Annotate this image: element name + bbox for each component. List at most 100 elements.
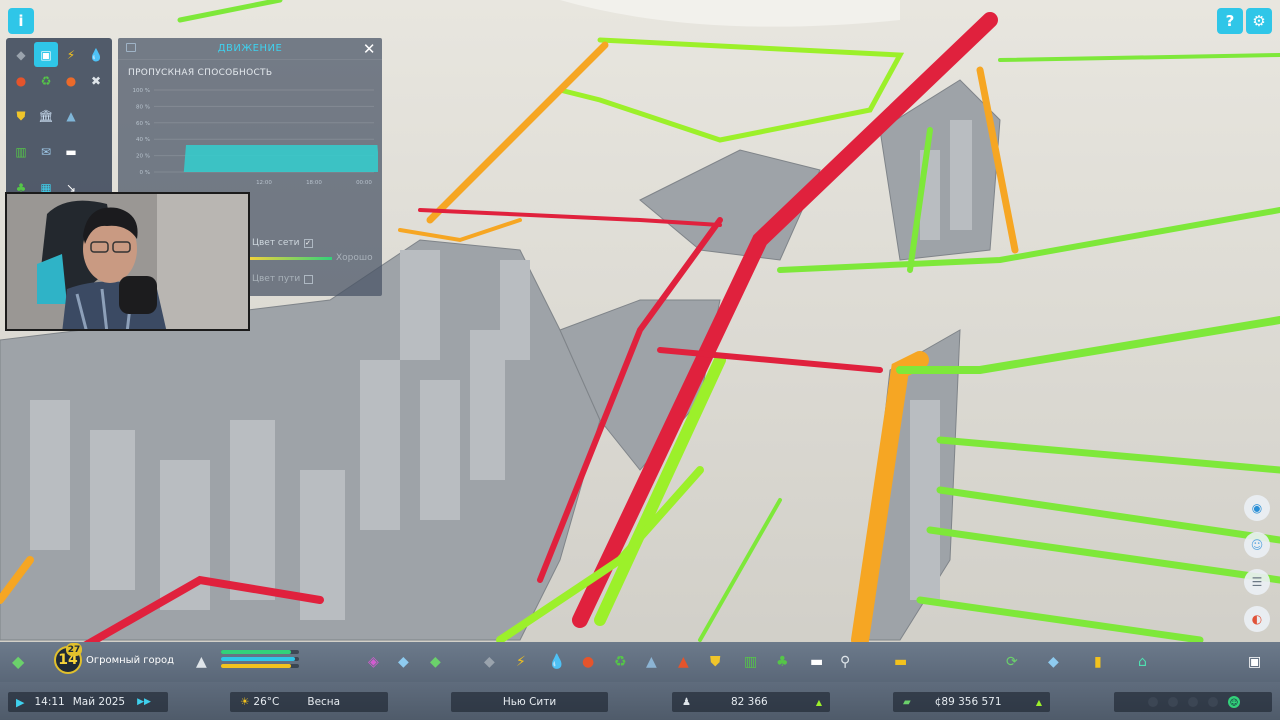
speed-icon[interactable]: ▶▶ bbox=[137, 697, 151, 707]
person-icon[interactable]: ☺ bbox=[1244, 532, 1270, 558]
blank-icon bbox=[84, 94, 108, 119]
x-tick-label: 12:00 bbox=[256, 180, 272, 186]
road-icon[interactable]: ◆ bbox=[9, 42, 33, 67]
electricity-icon[interactable]: ⚡ bbox=[59, 42, 83, 67]
traffic-icon[interactable]: ▣ bbox=[34, 42, 58, 67]
graduation-icon[interactable]: ▲ bbox=[59, 104, 83, 129]
city-level-sub-badge: 27 bbox=[66, 643, 82, 656]
weather-info: ☀ 26°C Весна bbox=[230, 692, 388, 712]
info-button[interactable]: i bbox=[8, 8, 34, 34]
area-icon[interactable]: ◆ bbox=[398, 653, 409, 671]
industry-tool-icon[interactable]: ▬ bbox=[894, 653, 907, 671]
city-name-field[interactable]: Нью Сити bbox=[451, 692, 608, 712]
money-info[interactable]: ▰ ¢89 356 571 ▲ bbox=[893, 692, 1050, 712]
shovel-tool-icon[interactable]: ⚲ bbox=[840, 653, 850, 671]
city-name: Нью Сити bbox=[502, 696, 557, 708]
police-icon[interactable]: ⛊ bbox=[9, 104, 33, 129]
camera-tool-icon[interactable]: ▣ bbox=[1248, 653, 1261, 671]
recycle-icon[interactable]: ♻ bbox=[34, 68, 58, 93]
legend-network-color[interactable]: Цвет сети ✓ bbox=[252, 238, 313, 248]
season: Весна bbox=[307, 696, 341, 708]
money: ¢89 356 571 bbox=[934, 696, 1002, 708]
water-tool-icon[interactable]: 💧 bbox=[548, 653, 565, 671]
health-icon[interactable]: ● bbox=[59, 68, 83, 93]
notification-dot[interactable] bbox=[1208, 697, 1218, 707]
legend-path-color[interactable]: Цвет пути bbox=[252, 274, 314, 284]
radio-icon[interactable]: ◐ bbox=[1244, 606, 1270, 632]
y-tick-label: 80 % bbox=[136, 104, 150, 110]
happiness-icon[interactable]: ☺ bbox=[1228, 696, 1240, 708]
checkbox-network-color[interactable]: ✓ bbox=[303, 238, 313, 248]
police-tool-icon[interactable]: ▲ bbox=[678, 653, 689, 671]
city-building-icon[interactable]: ▲ bbox=[196, 653, 207, 671]
streamer-camera-image bbox=[7, 194, 248, 329]
demand-bar-track bbox=[221, 650, 299, 654]
x-tick-label: 18:00 bbox=[306, 180, 322, 186]
y-tick-label: 40 % bbox=[136, 137, 150, 143]
demand-bar-fill bbox=[221, 664, 292, 668]
education-tool-icon[interactable]: ▲ bbox=[646, 653, 657, 671]
traffic-panel-title: ДВИЖЕНИЕ bbox=[217, 43, 283, 54]
population-info[interactable]: ♟ 82 366 ▲ bbox=[672, 692, 830, 712]
demand-bar-track bbox=[221, 657, 299, 661]
play-icon[interactable]: ▶ bbox=[16, 696, 24, 709]
sun-icon: ☀ bbox=[240, 696, 250, 708]
close-icon[interactable]: ✕ bbox=[363, 40, 376, 58]
water-icon[interactable]: 💧 bbox=[84, 42, 108, 67]
notification-dot[interactable] bbox=[1148, 697, 1158, 707]
shield-tool-icon[interactable]: ⛊ bbox=[710, 653, 721, 671]
mail-icon[interactable]: ✉ bbox=[34, 140, 58, 165]
chat-tool-icon[interactable]: ▬ bbox=[810, 653, 823, 671]
tools-icon[interactable]: ✖ bbox=[84, 68, 108, 93]
blank-icon bbox=[84, 166, 108, 191]
notes-icon[interactable]: ☰ bbox=[1244, 569, 1270, 595]
fire-icon[interactable]: ● bbox=[9, 68, 33, 93]
gear-icon: ⚙ bbox=[1252, 12, 1266, 30]
y-tick-label: 0 % bbox=[140, 170, 150, 176]
fire-tool-icon[interactable]: ● bbox=[582, 653, 594, 671]
clock-time: 14:11 bbox=[34, 696, 65, 708]
compass-icon[interactable]: ◉ bbox=[1244, 495, 1270, 521]
help-button[interactable]: ? bbox=[1217, 8, 1243, 34]
demand-bar-track bbox=[221, 664, 299, 668]
education-icon[interactable]: 🏛 bbox=[34, 104, 58, 129]
notification-dot[interactable] bbox=[1168, 697, 1178, 707]
city-size-label: Огромный город bbox=[86, 655, 174, 666]
capacity-area bbox=[164, 144, 378, 172]
electricity-tool-icon[interactable]: ⚡ bbox=[516, 653, 526, 671]
transport-icon[interactable]: ▥ bbox=[9, 140, 33, 165]
zoning-icon[interactable]: ◈ bbox=[368, 653, 379, 671]
transport-tool-icon[interactable]: ▥ bbox=[744, 653, 757, 671]
webcam-overlay bbox=[5, 192, 250, 331]
x-tick-label: 00:00 bbox=[356, 180, 372, 186]
road-tool-icon[interactable]: ◆ bbox=[484, 653, 495, 671]
help-icon: ? bbox=[1225, 12, 1235, 30]
blank-icon bbox=[84, 130, 108, 155]
city-level-sup-value: 27 bbox=[67, 644, 81, 655]
trend-up-icon: ▲ bbox=[1035, 697, 1042, 707]
person-icon: ♟ bbox=[682, 696, 691, 708]
y-tick-label: 60 % bbox=[136, 121, 150, 127]
home-tool-icon[interactable]: ⌂ bbox=[1138, 653, 1147, 671]
legend-label: Цвет пути bbox=[252, 274, 301, 284]
stats-tool-icon[interactable]: ▮ bbox=[1094, 653, 1102, 671]
recycle-tool-icon[interactable]: ♻ bbox=[614, 653, 627, 671]
trend-up-icon: ▲ bbox=[815, 697, 822, 707]
landscape-icon[interactable]: ◆ bbox=[430, 653, 441, 671]
chat-icon[interactable]: ▬ bbox=[59, 140, 83, 165]
map-tool-icon[interactable]: ◆ bbox=[1048, 653, 1059, 671]
notification-dot[interactable] bbox=[1188, 697, 1198, 707]
replace-tool-icon[interactable]: ⟳ bbox=[1006, 653, 1018, 671]
status-bar: ▶ 14:11 Май 2025 ▶▶ ☀ 26°C Весна Нью Сит… bbox=[0, 682, 1280, 720]
expand-arrows-icon[interactable]: ◆ bbox=[12, 653, 24, 671]
time-controls: ▶ 14:11 Май 2025 ▶▶ bbox=[8, 692, 168, 712]
money-icon: ▰ bbox=[903, 696, 911, 708]
capacity-label: ПРОПУСКНАЯ СПОСОБНОСТЬ bbox=[128, 68, 273, 78]
demand-bar-fill bbox=[221, 657, 296, 661]
y-tick-label: 20 % bbox=[136, 154, 150, 160]
park-tool-icon[interactable]: ♣ bbox=[776, 653, 789, 671]
legend-label: Цвет сети bbox=[252, 238, 300, 248]
checkbox-path-color[interactable] bbox=[304, 274, 314, 284]
settings-button[interactable]: ⚙ bbox=[1246, 8, 1272, 34]
panel-pin-icon[interactable] bbox=[126, 43, 136, 52]
